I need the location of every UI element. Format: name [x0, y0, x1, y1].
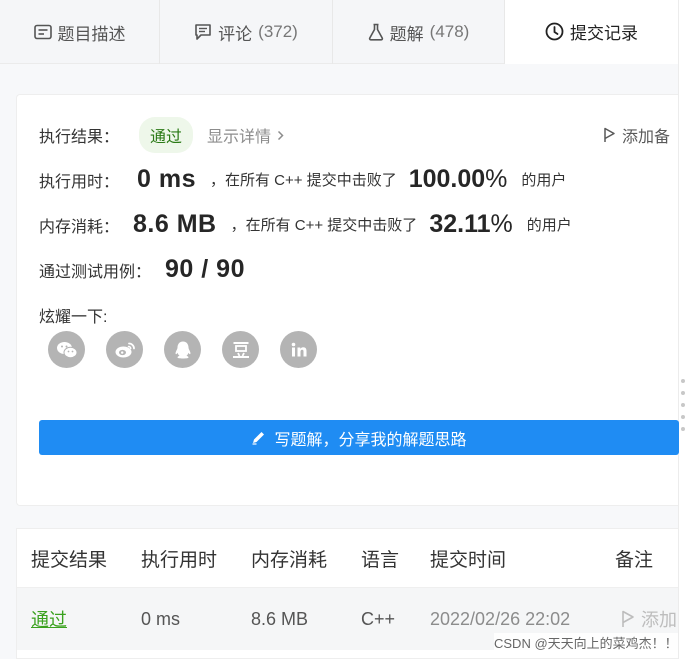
runtime-percent-value: 100.00 [408, 165, 486, 193]
tests-row: 通过测试用例： 90 / 90 [39, 255, 259, 284]
submission-result-card: 执行结果： 通过 显示详情 添加备 执行用时： 0 ms ，在所有 C++ 提交… [16, 94, 679, 506]
header-memory: 内存消耗 [251, 549, 328, 571]
write-solution-label: 写题解，分享我的解题思路 [274, 431, 467, 449]
header-note: 备注 [615, 549, 654, 571]
row-language: C++ [361, 608, 396, 629]
runtime-percent: 100.00% [409, 165, 508, 194]
tab-label: 题目描述 [57, 24, 126, 44]
pencil-icon [252, 432, 265, 445]
watermark: CSDN @天天向上的菜鸡杰！！ [494, 633, 678, 652]
scroll-strip [678, 0, 692, 659]
row-status-link[interactable]: 通过 [31, 606, 67, 632]
tab-count: (372) [258, 22, 298, 41]
percent-sign: % [490, 210, 513, 238]
runtime-label: 执行用时： [39, 173, 120, 191]
wechat-icon[interactable] [48, 331, 85, 368]
tab-solutions[interactable]: 题解 (478) [333, 0, 505, 64]
users-text: 的用户 [521, 172, 567, 189]
add-note-label: 添加备 [622, 129, 671, 146]
douban-icon[interactable] [222, 331, 259, 368]
runtime-row: 执行用时： 0 ms ，在所有 C++ 提交中击败了 100.00% 的用户 [39, 165, 566, 194]
users-text: 的用户 [526, 217, 572, 234]
tests-value: 90 / 90 [165, 255, 245, 283]
runtime-value: 0 ms [137, 165, 196, 193]
header-status: 提交结果 [31, 549, 108, 571]
memory-percent-value: 32.11 [429, 210, 491, 238]
write-solution-button[interactable]: 写题解，分享我的解题思路 [39, 420, 679, 455]
share-icons [48, 331, 317, 368]
tab-count: (478) [429, 22, 470, 41]
row-time: 2022/02/26 22:02 [430, 608, 571, 629]
tab-submissions[interactable]: 提交记录 [505, 0, 678, 64]
memory-row: 内存消耗： 8.6 MB ，在所有 C++ 提交中击败了 32.11% 的用户 [39, 210, 572, 239]
tab-label: 评论 [218, 24, 253, 44]
row-note-label: 添加 [641, 610, 677, 630]
drag-handle-dot[interactable] [681, 391, 685, 395]
tab-label: 提交记录 [570, 24, 638, 43]
share-label: 炫耀一下: [39, 309, 108, 326]
tab-label: 题解 [389, 24, 424, 44]
percent-sign: % [485, 165, 508, 193]
tab-bar: 题目描述 评论 (372) 题解 (478) 提交记录 [0, 0, 678, 64]
drag-handle-dot[interactable] [681, 379, 685, 383]
flag-icon [604, 127, 615, 142]
drag-handle-dot[interactable] [681, 415, 685, 419]
show-details-link[interactable]: 显示详情 [207, 123, 284, 147]
row-add-note-button[interactable]: 添加 [621, 606, 677, 632]
header-language: 语言 [361, 549, 400, 571]
status-label: 执行结果： [39, 129, 120, 146]
description-icon [33, 24, 52, 40]
show-details-label: 显示详情 [207, 129, 272, 146]
header-time: 提交时间 [430, 549, 507, 571]
drag-handle-dot[interactable] [681, 403, 685, 407]
linkedin-icon[interactable] [280, 331, 317, 368]
drag-handle-dot[interactable] [681, 427, 685, 431]
flag-icon [622, 610, 634, 627]
memory-label: 内存消耗： [39, 218, 120, 236]
weibo-icon[interactable] [106, 331, 143, 368]
row-memory: 8.6 MB [251, 608, 309, 629]
memory-value: 8.6 MB [133, 210, 217, 238]
header-runtime: 执行用时 [141, 549, 218, 571]
flask-icon [368, 23, 383, 41]
tab-description[interactable]: 题目描述 [0, 0, 160, 64]
memory-text: ，在所有 C++ 提交中击败了 [230, 217, 418, 234]
status-row: 执行结果： 通过 显示详情 [39, 117, 284, 153]
comment-icon [195, 24, 211, 40]
memory-percent: 32.11% [429, 210, 512, 239]
status-badge: 通过 [139, 117, 194, 153]
table-header: 提交结果 执行用时 内存消耗 语言 提交时间 备注 [17, 529, 678, 588]
runtime-text: ，在所有 C++ 提交中击败了 [210, 172, 397, 189]
tests-label: 通过测试用例： [39, 263, 152, 281]
clock-icon [545, 22, 564, 41]
tab-comments[interactable]: 评论 (372) [160, 0, 333, 64]
qq-icon[interactable] [164, 331, 201, 368]
add-note-button[interactable]: 添加备 [603, 123, 670, 147]
row-runtime: 0 ms [141, 608, 181, 629]
chevron-right-icon [278, 130, 284, 140]
